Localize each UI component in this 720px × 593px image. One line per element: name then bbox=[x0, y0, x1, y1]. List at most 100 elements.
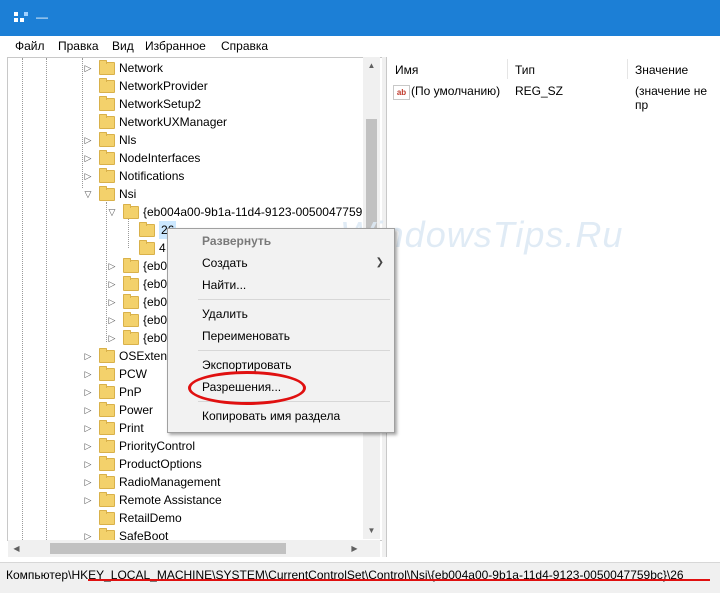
folder-open-icon bbox=[123, 204, 139, 219]
folder-icon bbox=[123, 276, 139, 291]
expand-arrow-icon[interactable]: ▷ bbox=[82, 167, 94, 185]
expand-arrow-icon[interactable]: ▷ bbox=[82, 347, 94, 365]
tree-item-label: Remote Assistance bbox=[119, 493, 222, 507]
tree-item-label: NetworkProvider bbox=[119, 79, 208, 93]
expand-arrow-icon[interactable]: ▷ bbox=[82, 365, 94, 383]
tree-guide-line bbox=[128, 218, 129, 248]
values-list[interactable]: Имя Тип Значение ab (По умолчанию) REG_S… bbox=[386, 57, 720, 557]
expand-arrow-icon[interactable]: ▷ bbox=[106, 293, 118, 311]
tree-item-label: NetworkUXManager bbox=[119, 115, 228, 129]
folder-icon bbox=[99, 366, 115, 381]
tree-item-label: Network bbox=[119, 61, 164, 75]
menu-view[interactable]: Вид bbox=[112, 39, 134, 53]
expand-arrow-icon[interactable]: ▷ bbox=[82, 527, 94, 540]
tree-item-label: SafeBoot bbox=[119, 529, 169, 541]
tree-item-label: NetworkSetup2 bbox=[119, 97, 202, 111]
menu-item-create[interactable]: Создать bbox=[202, 253, 248, 273]
context-menu: Развернуть Создать ❯ Найти... Удалить Пе… bbox=[167, 228, 395, 433]
string-value-icon: ab bbox=[393, 85, 410, 100]
folder-icon bbox=[99, 402, 115, 417]
highlight-circle bbox=[188, 371, 306, 405]
expand-arrow-icon[interactable]: ▷ bbox=[82, 131, 94, 149]
menu-separator bbox=[198, 350, 390, 351]
folder-icon bbox=[99, 456, 115, 471]
expand-arrow-icon[interactable]: ▷ bbox=[106, 311, 118, 329]
expand-arrow-icon[interactable]: ▷ bbox=[82, 59, 94, 77]
value-name: (По умолчанию) bbox=[411, 84, 501, 98]
folder-icon bbox=[123, 258, 139, 273]
column-divider[interactable] bbox=[507, 59, 508, 79]
expand-arrow-icon[interactable]: ▷ bbox=[82, 455, 94, 473]
folder-icon bbox=[139, 222, 155, 237]
folder-icon bbox=[99, 96, 115, 111]
tree-item-label: RadioManagement bbox=[119, 475, 221, 489]
column-header-value[interactable]: Значение bbox=[635, 63, 688, 77]
menu-item-expand[interactable]: Развернуть bbox=[202, 231, 271, 251]
menu-item-copy-key-name[interactable]: Копировать имя раздела bbox=[202, 406, 340, 426]
tree-item-label: 4 bbox=[159, 241, 166, 255]
folder-icon bbox=[99, 348, 115, 363]
value-data: (значение не пр bbox=[635, 84, 708, 112]
title-bar: — bbox=[0, 0, 720, 36]
collapse-arrow-icon[interactable]: ▽ bbox=[82, 185, 94, 203]
scroll-right-icon[interactable]: ▶ bbox=[346, 540, 363, 557]
folder-icon bbox=[99, 114, 115, 129]
folder-icon bbox=[123, 330, 139, 345]
menu-separator bbox=[198, 299, 390, 300]
expand-arrow-icon[interactable]: ▷ bbox=[82, 437, 94, 455]
folder-icon bbox=[99, 384, 115, 399]
tree-item-label: Notifications bbox=[119, 169, 185, 183]
menu-item-rename[interactable]: Переименовать bbox=[202, 326, 290, 346]
tree-item-label: Nsi bbox=[119, 187, 137, 201]
expand-arrow-icon[interactable]: ▷ bbox=[82, 491, 94, 509]
expand-arrow-icon[interactable]: ▷ bbox=[106, 275, 118, 293]
menu-item-find[interactable]: Найти... bbox=[202, 275, 246, 295]
folder-icon bbox=[99, 420, 115, 435]
scroll-left-icon[interactable]: ◀ bbox=[8, 540, 25, 557]
menu-help[interactable]: Справка bbox=[221, 39, 268, 53]
menu-favorites[interactable]: Избранное bbox=[145, 39, 206, 53]
expand-arrow-icon[interactable]: ▷ bbox=[82, 473, 94, 491]
menu-edit[interactable]: Правка bbox=[58, 39, 99, 53]
status-bar: Компьютер\HKEY_LOCAL_MACHINE\SYSTEM\Curr… bbox=[0, 562, 720, 593]
collapse-arrow-icon[interactable]: ▽ bbox=[106, 203, 118, 221]
folder-icon bbox=[99, 132, 115, 147]
column-header-type[interactable]: Тип bbox=[515, 63, 535, 77]
tree-guide-line bbox=[46, 58, 47, 540]
tree-item-label: PCW bbox=[119, 367, 147, 381]
expand-arrow-icon[interactable]: ▷ bbox=[82, 149, 94, 167]
window-title: — bbox=[36, 10, 48, 24]
folder-icon bbox=[99, 60, 115, 75]
expand-arrow-icon[interactable]: ▷ bbox=[82, 401, 94, 419]
folder-icon bbox=[123, 294, 139, 309]
menu-bar: Файл Правка Вид Избранное Справка bbox=[0, 36, 720, 56]
expand-arrow-icon[interactable]: ▷ bbox=[82, 383, 94, 401]
tree-horizontal-scrollbar[interactable]: ◀ ▶ bbox=[8, 540, 363, 557]
folder-icon bbox=[99, 474, 115, 489]
tree-item-label: Power bbox=[119, 403, 154, 417]
menu-item-delete[interactable]: Удалить bbox=[202, 304, 248, 324]
list-item[interactable]: ab (По умолчанию) REG_SZ (значение не пр bbox=[387, 84, 720, 112]
menu-file[interactable]: Файл bbox=[15, 39, 45, 53]
scroll-down-icon[interactable]: ▼ bbox=[363, 522, 380, 539]
path-underline bbox=[88, 579, 710, 581]
folder-icon bbox=[139, 240, 155, 255]
expand-arrow-icon[interactable]: ▷ bbox=[106, 329, 118, 347]
submenu-arrow-icon: ❯ bbox=[375, 257, 384, 268]
tree-item-label: Print bbox=[119, 421, 144, 435]
scroll-up-icon[interactable]: ▲ bbox=[363, 57, 380, 74]
value-type: REG_SZ bbox=[515, 84, 564, 98]
tree-item-label: OSExtens bbox=[119, 349, 174, 363]
column-header-name[interactable]: Имя bbox=[395, 63, 418, 77]
folder-icon bbox=[99, 510, 115, 525]
expand-arrow-icon[interactable]: ▷ bbox=[82, 419, 94, 437]
tree-item-label: PnP bbox=[119, 385, 142, 399]
tree-item-label: RetailDemo bbox=[119, 511, 182, 525]
tree-item-label: Nls bbox=[119, 133, 137, 147]
scroll-thumb[interactable] bbox=[50, 543, 286, 554]
tree-guide-line bbox=[22, 58, 23, 540]
scrollbar-corner bbox=[363, 540, 380, 557]
column-divider[interactable] bbox=[627, 59, 628, 79]
folder-open-icon bbox=[99, 186, 115, 201]
expand-arrow-icon[interactable]: ▷ bbox=[106, 257, 118, 275]
